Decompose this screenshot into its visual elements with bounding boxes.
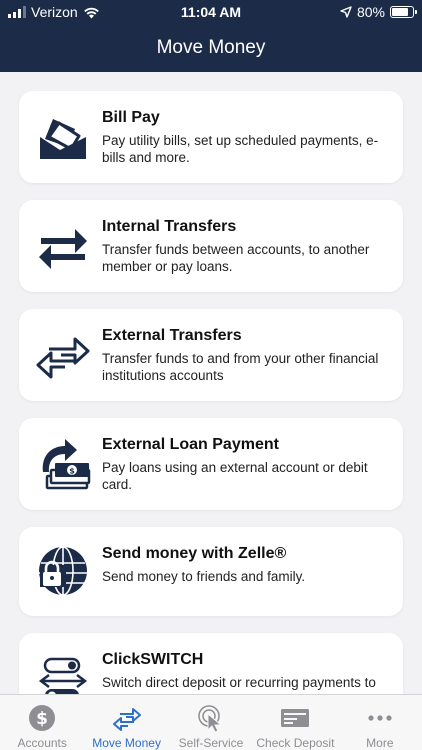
card-description: Transfer funds to and from your other fi… (102, 351, 379, 383)
more-dots-icon (365, 703, 395, 733)
tab-bar: $ Accounts Move Money Self-Service Check… (0, 694, 422, 750)
tab-label: More (366, 736, 394, 750)
external-transfers-card[interactable]: External Transfers Transfer funds to and… (19, 309, 403, 401)
page-header: Move Money (0, 24, 422, 72)
dollar-coin-icon: $ (27, 703, 57, 733)
tab-label: Self-Service (178, 736, 244, 750)
card-description: Switch direct deposit or recurring payme… (102, 675, 376, 694)
card-description: Transfer funds between accounts, to anot… (102, 242, 370, 274)
card-title: External Transfers (102, 327, 242, 344)
svg-text:$: $ (69, 467, 75, 476)
card-description: Pay loans using an external account or d… (102, 460, 368, 492)
tab-label: Accounts (17, 736, 67, 750)
status-bar: Verizon 11:04 AM 80% (0, 0, 422, 24)
zelle-globe-lock-icon (35, 543, 91, 599)
svg-text:$: $ (36, 709, 48, 729)
check-icon (280, 703, 310, 733)
tab-check-deposit[interactable]: Check Deposit (253, 695, 337, 750)
card-title: Bill Pay (102, 109, 160, 126)
clickswitch-icon (35, 651, 91, 694)
tab-accounts[interactable]: $ Accounts (0, 695, 84, 750)
battery-percent: 80% (356, 4, 385, 20)
tab-label: Move Money (92, 736, 161, 750)
move-money-list[interactable]: Bill Pay Pay utility bills, set up sched… (0, 72, 422, 694)
bill-pay-icon (35, 109, 91, 165)
internal-transfers-card[interactable]: Internal Transfers Transfer funds betwee… (19, 200, 403, 292)
card-title: Send money with Zelle® (102, 545, 287, 562)
location-arrow-icon (340, 6, 352, 18)
card-title: External Loan Payment (102, 436, 279, 453)
page-title: Move Money (156, 37, 266, 58)
internal-transfer-icon (35, 218, 91, 274)
card-title: ClickSWITCH (102, 651, 204, 668)
battery-icon (390, 6, 417, 18)
card-title: Internal Transfers (102, 218, 237, 235)
tab-move-money[interactable]: Move Money (84, 695, 168, 750)
transfer-arrows-icon (112, 703, 142, 733)
bill-pay-card[interactable]: Bill Pay Pay utility bills, set up sched… (19, 91, 403, 183)
tab-label: Check Deposit (256, 736, 335, 750)
card-description: Pay utility bills, set up scheduled paym… (102, 133, 379, 165)
external-loan-payment-card[interactable]: $ External Loan Payment Pay loans using … (19, 418, 403, 510)
loan-payment-icon: $ (35, 436, 91, 492)
tab-more[interactable]: More (338, 695, 422, 750)
external-transfer-icon (35, 327, 91, 383)
tab-self-service[interactable]: Self-Service (169, 695, 253, 750)
zelle-card[interactable]: Send money with Zelle® Send money to fri… (19, 527, 403, 616)
clickswitch-card[interactable]: ClickSWITCH Switch direct deposit or rec… (19, 633, 403, 694)
touch-pointer-icon (196, 703, 226, 733)
status-right: 80% (340, 4, 417, 20)
card-description: Send money to friends and family. (102, 569, 306, 584)
